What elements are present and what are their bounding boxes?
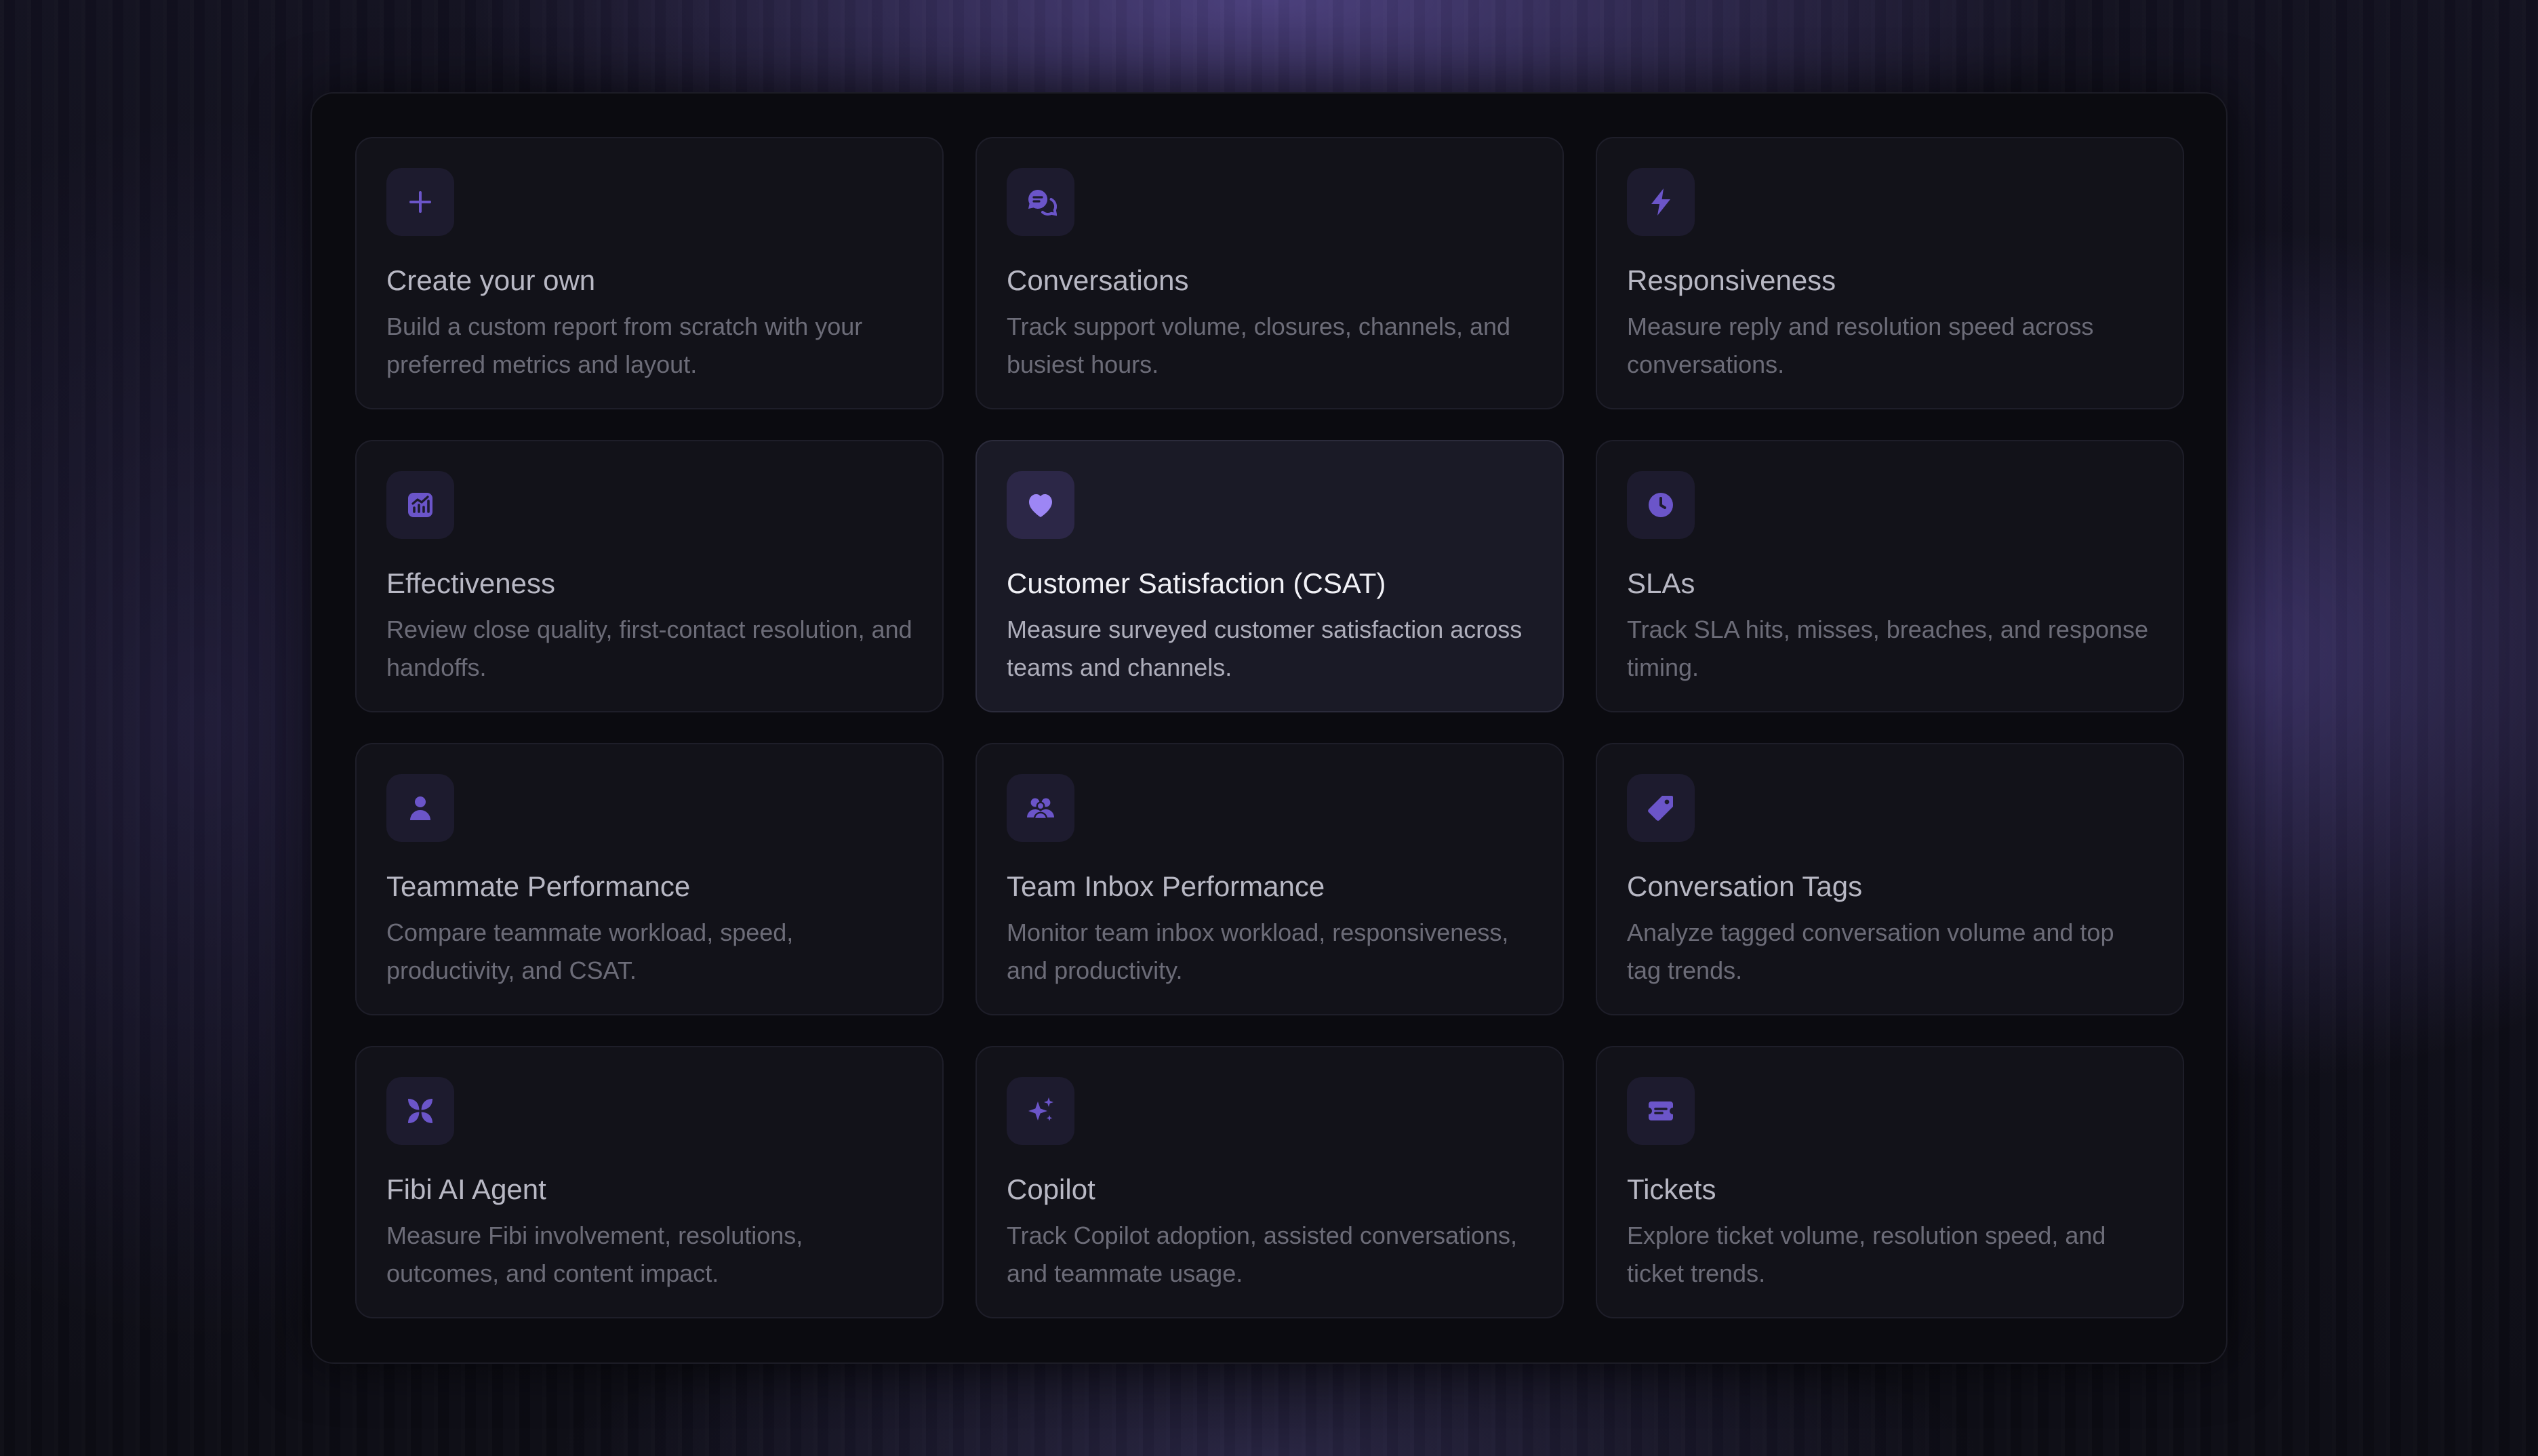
- report-card-description: Track support volume, closures, channels…: [1007, 312, 1511, 378]
- report-icon-box: [386, 168, 454, 236]
- chart-icon: [408, 493, 432, 517]
- report-card-title: Create your own: [386, 264, 596, 296]
- report-card-title: Copilot: [1007, 1173, 1095, 1205]
- report-icon-box: [386, 774, 454, 842]
- report-card-title: Fibi AI Agent: [386, 1173, 546, 1205]
- chat-bubbles-icon: [1028, 189, 1057, 216]
- report-card-description: Compare teammate workload, speed, produc…: [386, 918, 794, 984]
- report-card-description: Measure reply and resolution speed acros…: [1627, 312, 2094, 378]
- report-card-description: Track Copilot adoption, assisted convers…: [1007, 1221, 1518, 1287]
- lightning-icon: [1651, 188, 1670, 216]
- report-card-conversation-tags[interactable]: Conversation Tags Analyze tagged convers…: [1596, 743, 2184, 1015]
- report-card-description: Monitor team inbox workload, responsiven…: [1007, 918, 1509, 984]
- report-card-description: Explore ticket volume, resolution speed,…: [1627, 1221, 2106, 1287]
- clock-icon: [1649, 493, 1673, 517]
- report-card-title: Effectiveness: [386, 567, 556, 599]
- sparkles-icon: [1028, 1097, 1053, 1121]
- report-card-tickets[interactable]: Tickets Explore ticket volume, resolutio…: [1596, 1046, 2184, 1318]
- report-card-title: Tickets: [1627, 1173, 1716, 1205]
- report-card-title: Customer Satisfaction (CSAT): [1007, 567, 1386, 599]
- report-templates-panel: Create your own Build a custom report fr…: [310, 92, 2228, 1364]
- report-card-conversations[interactable]: Conversations Track support volume, clos…: [975, 137, 1564, 409]
- report-card-title: Responsiveness: [1627, 264, 1836, 296]
- report-icon-box: [1007, 471, 1074, 539]
- group-icon: [1027, 798, 1054, 820]
- report-card-description: Review close quality, first-contact reso…: [386, 615, 912, 681]
- report-card-effectiveness[interactable]: Effectiveness Review close quality, firs…: [355, 440, 944, 712]
- report-card-description: Track SLA hits, misses, breaches, and re…: [1627, 615, 2149, 681]
- report-icon-box: [1627, 168, 1695, 236]
- report-icon-box: [1007, 774, 1074, 842]
- report-card-csat[interactable]: Customer Satisfaction (CSAT) Measure sur…: [975, 440, 1564, 712]
- report-card-create-your-own[interactable]: Create your own Build a custom report fr…: [355, 137, 944, 409]
- report-icon-box: [1007, 1077, 1074, 1145]
- report-card-teammate-performance[interactable]: Teammate Performance Compare teammate wo…: [355, 743, 944, 1015]
- report-card-title: Conversations: [1007, 264, 1189, 296]
- report-icon-box: [1627, 774, 1695, 842]
- heart-icon: [1029, 494, 1052, 517]
- report-icon-box: [1007, 168, 1074, 236]
- person-icon: [410, 796, 430, 820]
- tag-icon: [1648, 796, 1673, 821]
- plus-icon: [409, 191, 431, 213]
- report-card-slas[interactable]: SLAs Track SLA hits, misses, breaches, a…: [1596, 440, 2184, 712]
- ticket-icon: [1649, 1101, 1673, 1120]
- report-card-title: Teammate Performance: [386, 870, 691, 902]
- report-card-title: Conversation Tags: [1627, 870, 1863, 902]
- report-card-fibi-ai-agent[interactable]: Fibi AI Agent Measure Fibi involvement, …: [355, 1046, 944, 1318]
- report-icon-box: [1627, 471, 1695, 539]
- report-card-description: Build a custom report from scratch with …: [386, 312, 863, 378]
- report-card-description: Analyze tagged conversation volume and t…: [1627, 918, 2114, 984]
- report-card-description: Measure Fibi involvement, resolutions, o…: [386, 1221, 803, 1287]
- report-card-title: Team Inbox Performance: [1007, 870, 1325, 902]
- ai-agent-icon: [408, 1099, 432, 1123]
- report-icon-box: [1627, 1077, 1695, 1145]
- report-card-team-inbox-performance[interactable]: Team Inbox Performance Monitor team inbo…: [975, 743, 1564, 1015]
- report-icon-box: [386, 1077, 454, 1145]
- report-card-title: SLAs: [1627, 567, 1695, 599]
- report-card-responsiveness[interactable]: Responsiveness Measure reply and resolut…: [1596, 137, 2184, 409]
- report-card-description: Measure surveyed customer satisfaction a…: [1007, 615, 1523, 681]
- report-card-copilot[interactable]: Copilot Track Copilot adoption, assisted…: [975, 1046, 1564, 1318]
- report-icon-box: [386, 471, 454, 539]
